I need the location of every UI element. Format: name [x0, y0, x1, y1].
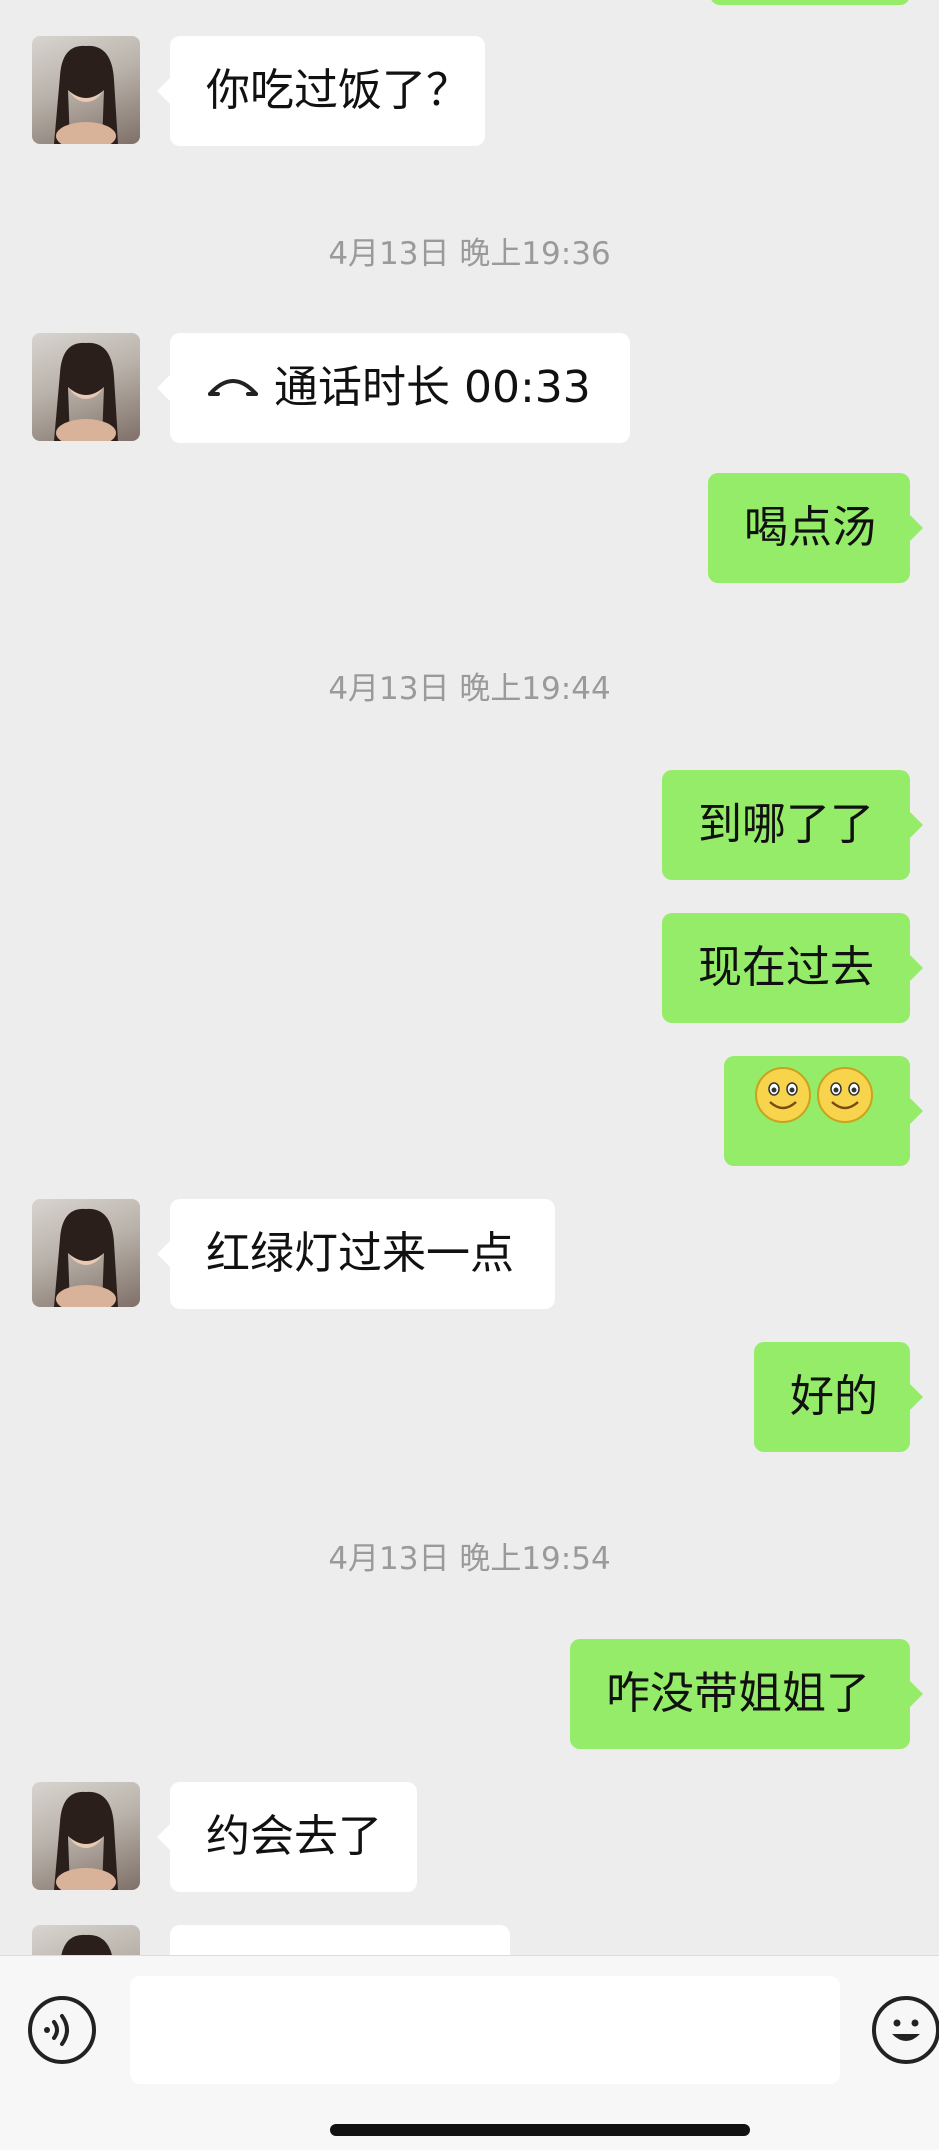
input-bar	[0, 1955, 939, 2150]
timestamp: 4月13日 晚上19:54	[328, 1541, 611, 1577]
message-text: 喝点汤	[744, 502, 876, 553]
contact-avatar[interactable]	[32, 1925, 140, 1955]
message-bubble-outgoing[interactable]: 咋没带姐姐了	[570, 1639, 923, 1749]
message-text: 红绿灯过来一点	[206, 1228, 514, 1279]
message-bubble-outgoing[interactable]: 现在过去	[662, 913, 923, 1023]
emoji-message-bubble[interactable]	[724, 1055, 923, 1166]
chat-area[interactable]: 你吃过饭了？ 4月13日 晚上19:36 通话时长 00:33 喝点汤 4月13…	[0, 0, 939, 1955]
message-bubble-incoming[interactable]: 你吃过饭了？	[157, 36, 485, 146]
timestamp: 4月13日 晚上19:44	[328, 671, 611, 707]
message-bubble-outgoing[interactable]: 到哪了了	[662, 770, 923, 880]
contact-avatar[interactable]	[32, 36, 140, 144]
smile-emoji-icon	[816, 1055, 874, 1165]
timestamp: 4月13日 晚上19:36	[328, 236, 611, 272]
home-indicator[interactable]	[330, 2124, 750, 2136]
message-input[interactable]	[130, 1976, 840, 2084]
message-text: 咋没带姐姐了	[606, 1668, 870, 1719]
message-text: 约会去了	[206, 1811, 382, 1862]
smile-emoji-icon	[754, 1055, 812, 1165]
message-text: 好的	[790, 1371, 878, 1422]
contact-avatar[interactable]	[32, 1199, 140, 1307]
voice-icon[interactable]	[28, 1996, 96, 2064]
message-text: 现在过去	[698, 942, 874, 993]
contact-avatar[interactable]	[32, 1782, 140, 1890]
call-duration-text: 通话时长 00:33	[274, 362, 591, 413]
message-text: 你吃过饭了？	[206, 65, 470, 116]
emoji-icon[interactable]	[872, 1996, 939, 2064]
contact-avatar[interactable]	[32, 333, 140, 441]
phone-hangup-icon	[206, 331, 260, 441]
message-bubble-outgoing[interactable]: 好的	[754, 1342, 923, 1452]
message-bubble-partial	[170, 1925, 510, 1955]
message-bubble-incoming[interactable]: 红绿灯过来一点	[157, 1199, 555, 1309]
message-bubble-partial	[710, 0, 910, 5]
call-record-bubble[interactable]: 通话时长 00:33	[157, 331, 630, 443]
message-bubble-outgoing[interactable]: 喝点汤	[708, 473, 923, 583]
message-bubble-incoming[interactable]: 约会去了	[157, 1782, 417, 1892]
message-text: 到哪了了	[698, 799, 874, 850]
